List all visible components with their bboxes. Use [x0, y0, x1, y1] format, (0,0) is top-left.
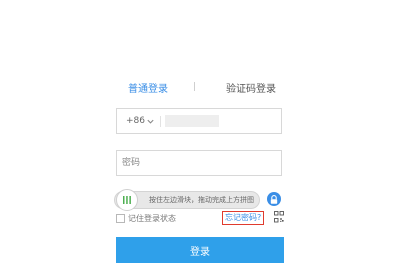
tab-sms-login[interactable]: 验证码登录	[226, 80, 276, 95]
remember-label[interactable]: 记住登录状态	[128, 213, 176, 224]
slider-handle[interactable]	[116, 189, 138, 211]
tab-normal-login[interactable]: 普通登录	[128, 80, 168, 95]
qr-code-icon[interactable]	[274, 211, 284, 223]
grip-icon	[123, 196, 131, 204]
phone-number-input[interactable]	[165, 115, 219, 127]
tab-divider	[194, 82, 195, 91]
phone-divider	[160, 116, 161, 127]
slider-hint: 按住左边滑块，拖动完成上方拼图	[149, 196, 254, 204]
lock-icon	[267, 192, 281, 206]
login-button[interactable]: 登录	[116, 237, 284, 263]
phone-field: +86	[116, 108, 282, 134]
password-field	[116, 150, 282, 176]
forgot-password-link[interactable]: 忘记密码?	[222, 211, 265, 225]
chevron-down-icon[interactable]	[146, 117, 155, 126]
country-code[interactable]: +86	[126, 116, 145, 126]
remember-checkbox[interactable]	[116, 214, 125, 223]
password-input[interactable]	[122, 157, 272, 169]
